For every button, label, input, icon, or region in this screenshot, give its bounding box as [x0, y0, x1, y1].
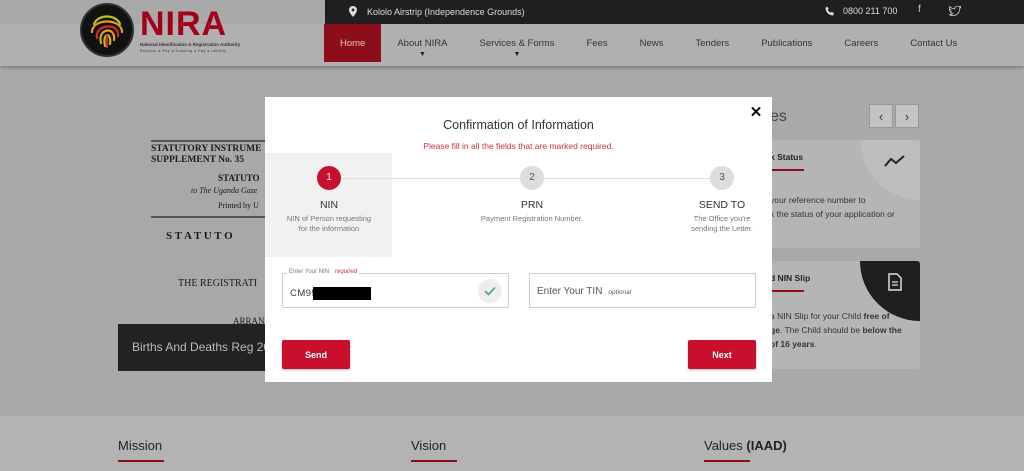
- step-prn[interactable]: 2 PRN Payment Registration Number.: [472, 166, 592, 224]
- nav-about[interactable]: About NIRA ▼: [381, 24, 463, 62]
- location[interactable]: Kololo Airstrip (Independence Grounds): [349, 6, 525, 17]
- nav-services[interactable]: Services & Forms ▼: [464, 24, 571, 62]
- next-button[interactable]: Next: [688, 340, 756, 369]
- nav-fees[interactable]: Fees: [570, 24, 623, 62]
- nav-news[interactable]: News: [624, 24, 680, 62]
- footer-vision: Vision: [411, 438, 447, 453]
- step-send-to[interactable]: 3 SEND TO The Office you're sending the …: [662, 166, 782, 234]
- logo-tagline: Register ● Pay ● Dowsing ● Pay ● Identit…: [140, 49, 227, 53]
- modal-subtitle: Please fill in all the fields that are m…: [423, 141, 614, 151]
- caret-down-icon: ▼: [418, 51, 426, 58]
- footer-mission: Mission: [118, 438, 163, 453]
- facebook-icon[interactable]: f: [918, 4, 921, 15]
- nav-careers[interactable]: Careers: [828, 24, 894, 62]
- step-number: 2: [520, 166, 544, 190]
- step-nin[interactable]: 1 NIN NIN of Person requesting for the i…: [269, 166, 389, 234]
- step-description: for the information: [298, 224, 360, 233]
- chevron-left-icon: ‹: [878, 108, 884, 124]
- step-label: SEND TO: [698, 199, 746, 211]
- nav-tenders[interactable]: Tenders: [679, 24, 745, 62]
- carousel-next-button[interactable]: ›: [895, 104, 919, 128]
- logo-name: NIRA: [140, 5, 228, 43]
- step-label: PRN: [520, 199, 544, 211]
- phone-icon: [825, 6, 834, 16]
- main-nav: Home About NIRA ▼ Services & Forms ▼ Fees …: [324, 24, 973, 62]
- fingerprint-icon: [80, 3, 134, 57]
- nav-contact[interactable]: Contact Us: [894, 24, 973, 62]
- phone-number: 0800 211 700: [843, 6, 898, 16]
- phone[interactable]: 0800 211 700: [825, 6, 897, 16]
- step-number: 3: [710, 166, 734, 190]
- top-bar: Kololo Airstrip (Independence Grounds) 0…: [325, 0, 1024, 24]
- nin-label: Enter Your NIN: [289, 269, 330, 275]
- section-heading: es: [770, 108, 787, 125]
- check-status-card[interactable]: k Status your reference number to k the …: [770, 140, 920, 248]
- optional-tag: optional: [608, 289, 632, 296]
- step-label: NIN: [319, 199, 339, 211]
- nin-slip-card[interactable]: d NIN Slip a NIN Slip for your Child fre…: [770, 261, 920, 369]
- location-text: Kololo Airstrip (Independence Grounds): [367, 6, 525, 17]
- publication-caption: Births And Deaths Reg 20: [118, 324, 270, 371]
- step-number: 1: [317, 166, 341, 190]
- document-preview: STATUTORY INSTRUME SUPPLEMENT No. 35 STA…: [118, 106, 270, 326]
- map-pin-icon: [349, 6, 357, 17]
- nav-home[interactable]: Home: [324, 24, 382, 62]
- twitter-icon[interactable]: [949, 6, 961, 16]
- redaction-bar: [313, 287, 371, 300]
- nira-logo[interactable]: NIRA National Identification & Registrat…: [80, 3, 240, 57]
- step-description: sending the Letter.: [691, 224, 753, 233]
- step-description: Payment Registration Number.: [480, 214, 584, 223]
- document-icon: [888, 273, 902, 291]
- valid-check-icon: [478, 279, 502, 303]
- required-tag: required: [335, 269, 358, 275]
- tin-input[interactable]: Enter Your TIN optional: [529, 273, 756, 308]
- modal-title: Confirmation of Information: [443, 118, 594, 132]
- step-description: NIN of Person requesting: [286, 214, 372, 223]
- footer-values: Values (IAAD): [704, 438, 787, 453]
- tin-placeholder: Enter Your TIN: [537, 286, 603, 297]
- caret-down-icon: ▼: [513, 51, 521, 58]
- send-button[interactable]: Send: [282, 340, 350, 369]
- nav-publications[interactable]: Publications: [745, 24, 828, 62]
- publication-card[interactable]: STATUTORY INSTRUME SUPPLEMENT No. 35 STA…: [118, 106, 270, 371]
- chevron-right-icon: ›: [904, 108, 910, 124]
- trend-icon: [884, 155, 905, 167]
- confirmation-modal: ✕ Confirmation of Information Please fil…: [265, 97, 772, 382]
- nin-input[interactable]: Enter Your NIN required CM95: [282, 269, 509, 308]
- step-description: The Office you're: [693, 214, 751, 223]
- carousel-prev-button[interactable]: ‹: [869, 104, 893, 128]
- logo-subtitle: National Identification & Registration A…: [140, 42, 241, 47]
